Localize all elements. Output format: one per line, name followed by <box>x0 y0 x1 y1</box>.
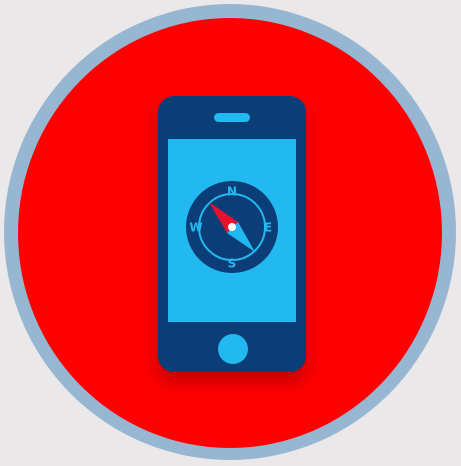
phone-home-button <box>218 334 248 364</box>
phone-screen: N E S W <box>168 139 296 322</box>
compass-west-label: W <box>189 221 202 235</box>
phone-speaker <box>214 113 250 122</box>
compass-south-label: S <box>228 257 237 271</box>
smartphone-icon: N E S W <box>158 96 306 372</box>
compass-pivot <box>228 223 236 231</box>
compass-north-label: N <box>227 185 237 199</box>
compass-east-label: E <box>264 221 272 235</box>
icon-canvas: N E S W <box>0 0 461 466</box>
compass-icon: N E S W <box>186 181 278 273</box>
